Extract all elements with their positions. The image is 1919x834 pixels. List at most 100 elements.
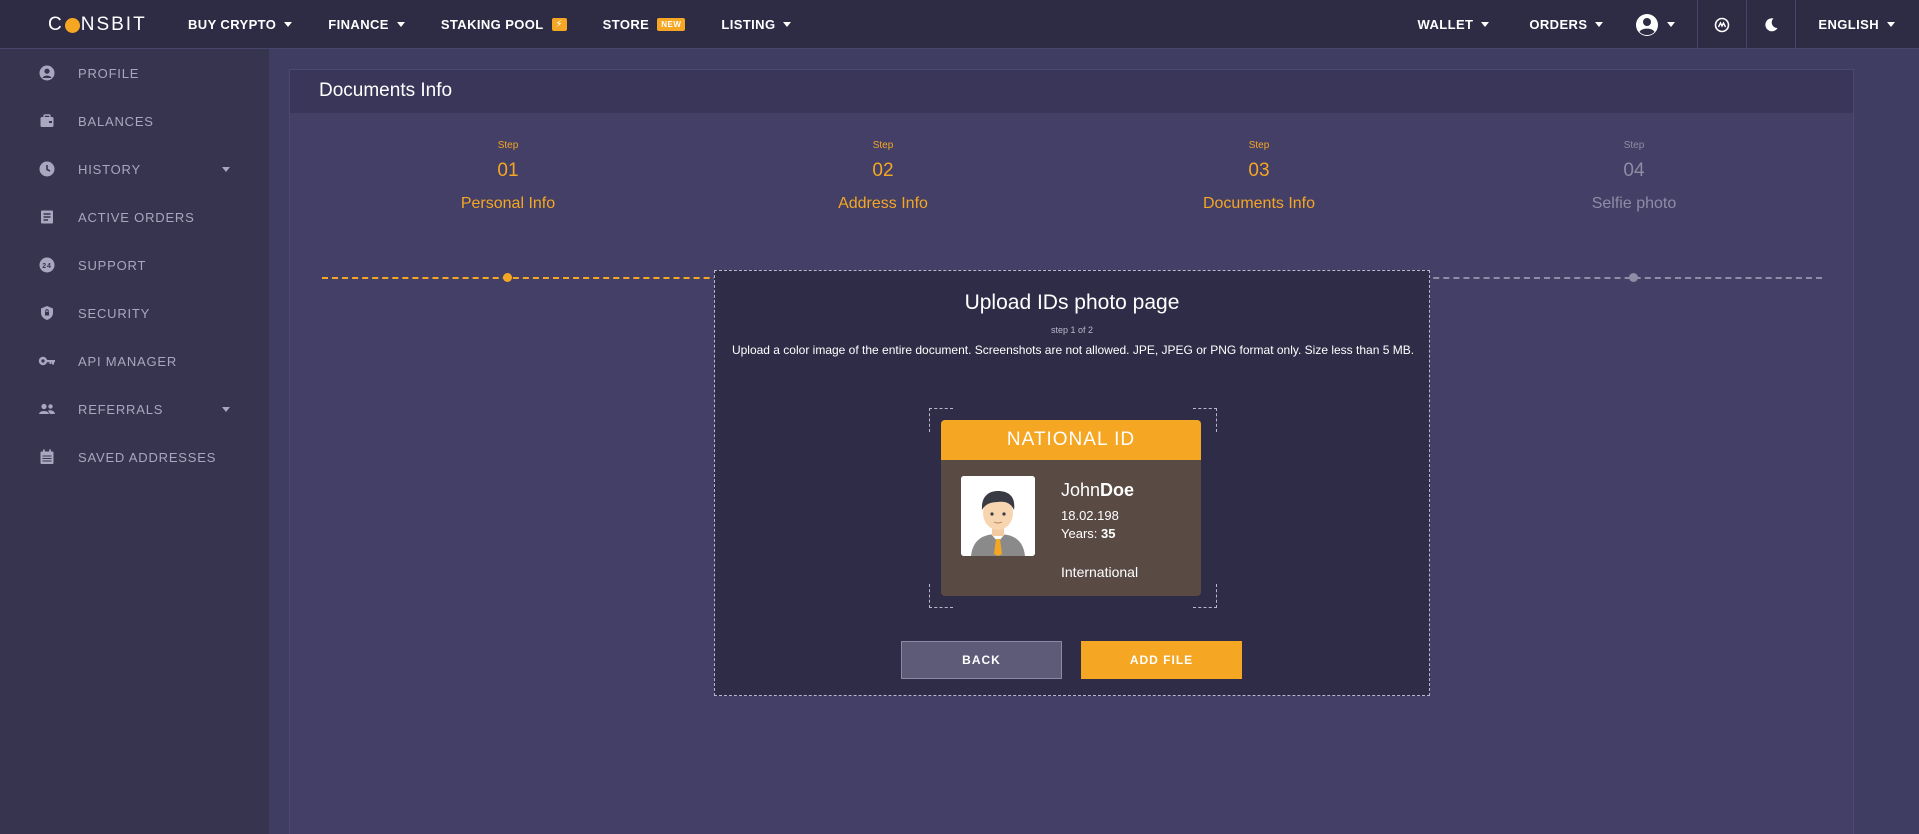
back-button[interactable]: BACK [901,641,1062,679]
calendar-icon [38,448,56,466]
clock-icon [38,160,56,178]
step-selfie-photo[interactable]: Step 04 Selfie photo [1534,140,1734,213]
nav-finance[interactable]: FINANCE [328,17,405,32]
lightning-icon: ⚡ [551,18,567,31]
nav-buy-crypto[interactable]: BUY CRYPTO [188,17,293,32]
id-holder-name: JohnDoe [1061,480,1134,501]
sample-id-card: NATIONAL ID JohnDoe 18.02.198 Years: 35 [941,420,1201,596]
step-number: 03 [1248,160,1270,181]
step-number: 04 [1623,160,1645,181]
person-avatar-icon [961,476,1035,556]
step-documents-info[interactable]: Step 03 Documents Info [1159,140,1359,213]
logo-text-end: NSBIT [80,14,147,35]
sidebar-item-saved-addresses[interactable]: SAVED ADDRESSES [0,433,269,481]
sidebar-item-security[interactable]: SECURITY [0,289,269,337]
orders-icon [38,208,56,226]
coin-icon [64,17,80,33]
coinmarketcap-button[interactable] [1698,0,1746,49]
sidebar-item-profile[interactable]: PROFILE [0,49,269,97]
nav-finance-label: FINANCE [328,17,389,32]
key-icon [38,352,56,370]
nav-store[interactable]: STORE NEW [603,17,686,32]
id-card-frame: NATIONAL ID JohnDoe 18.02.198 Years: 35 [929,408,1217,608]
step-name: Selfie photo [1591,195,1677,212]
sidebar-item-label: REFERRALS [78,401,164,417]
nav-listing-label: LISTING [721,17,776,32]
top-navbar: C NSBIT BUY CRYPTO FINANCE STAKING POOL ⚡ … [0,0,1919,49]
nav-listing[interactable]: LISTING [721,17,792,32]
users-icon [38,400,56,418]
sidebar-item-label: API MANAGER [78,353,178,369]
user-avatar-icon [1636,13,1659,36]
shield-icon [38,304,56,322]
upload-step-indicator: step 1 of 2 [1050,325,1094,335]
nav-staking-pool[interactable]: STAKING POOL ⚡ [441,17,567,32]
support-24-icon: 24 [38,256,56,274]
sidebar-item-label: SAVED ADDRESSES [78,449,217,465]
chevron-down-icon [1667,22,1676,27]
id-age: Years: 35 [1061,526,1115,541]
id-first-name: John [1061,480,1101,500]
sidebar-item-referrals[interactable]: REFERRALS [0,385,269,433]
sidebar-item-label: BALANCES [78,113,154,129]
add-file-button[interactable]: ADD FILE [1081,641,1242,679]
profile-icon [38,64,56,82]
step-dot [1629,273,1638,282]
nav-store-label: STORE [602,17,650,32]
chevron-down-icon [1481,22,1490,27]
step-name: Address Info [838,195,928,212]
new-badge: NEW [657,18,686,31]
nav-buy-crypto-label: BUY CRYPTO [188,17,277,32]
id-nationality: International [1061,564,1139,580]
step-name: Documents Info [1202,195,1316,212]
id-card-header: NATIONAL ID [941,420,1201,460]
sidebar-item-api-manager[interactable]: API MANAGER [0,337,269,385]
id-age-label: Years: [1061,526,1101,541]
page-title: Documents Info [319,80,453,101]
sidebar-item-balances[interactable]: BALANCES [0,97,269,145]
step-number: 01 [497,160,519,181]
step-caption: Step [497,140,519,151]
sidebar: PROFILE BALANCES HISTORY ACTIVE ORDERS 2… [0,49,269,834]
nav-wallet[interactable]: WALLET [1398,0,1510,49]
theme-toggle-button[interactable] [1747,0,1795,49]
step-number: 02 [872,160,894,181]
step-caption: Step [872,140,894,151]
chevron-down-icon [284,22,293,27]
id-age-value: 35 [1101,526,1116,541]
step-name: Personal Info [460,195,556,212]
moon-icon [1765,17,1778,31]
sidebar-item-label: SECURITY [78,305,151,321]
language-select[interactable]: ENGLISH [1796,0,1919,49]
chevron-down-icon [783,22,792,27]
language-label: ENGLISH [1818,17,1879,32]
main-menu: BUY CRYPTO FINANCE STAKING POOL ⚡ STORE NE… [188,0,827,49]
kyc-stepper: Step 01 Personal Info Step 02 Address In… [322,140,1822,282]
step-address-info[interactable]: Step 02 Address Info [783,140,983,213]
nav-orders[interactable]: ORDERS [1509,0,1623,49]
sidebar-item-active-orders[interactable]: ACTIVE ORDERS [0,193,269,241]
sidebar-item-history[interactable]: HISTORY [0,145,269,193]
coinmarketcap-icon [1715,17,1730,32]
user-menu: WALLET ORDERS ENGLISH [1398,0,1919,49]
upload-dropzone[interactable]: Upload IDs photo page step 1 of 2 Upload… [714,270,1430,696]
wallet-icon [38,112,56,130]
chevron-down-icon [1595,22,1604,27]
nav-wallet-label: WALLET [1417,17,1474,32]
id-photo-avatar [961,476,1035,556]
svg-text:24: 24 [42,263,51,270]
chevron-down-icon [396,22,405,27]
upload-instructions: Upload a color image of the entire docum… [731,343,1415,357]
step-caption: Step [1248,140,1270,151]
upload-title: Upload IDs photo page [964,291,1180,314]
nav-staking-pool-label: STAKING POOL [440,17,544,32]
sidebar-item-support[interactable]: 24 SUPPORT [0,241,269,289]
nav-orders-label: ORDERS [1529,17,1588,32]
brand-logo[interactable]: C NSBIT [48,14,147,36]
step-personal-info[interactable]: Step 01 Personal Info [408,140,608,213]
account-menu[interactable] [1623,0,1697,49]
card-header: Documents Info [290,70,1853,113]
sidebar-item-label: SUPPORT [78,257,147,273]
step-dot [503,273,512,282]
sidebar-item-label: PROFILE [78,65,140,81]
